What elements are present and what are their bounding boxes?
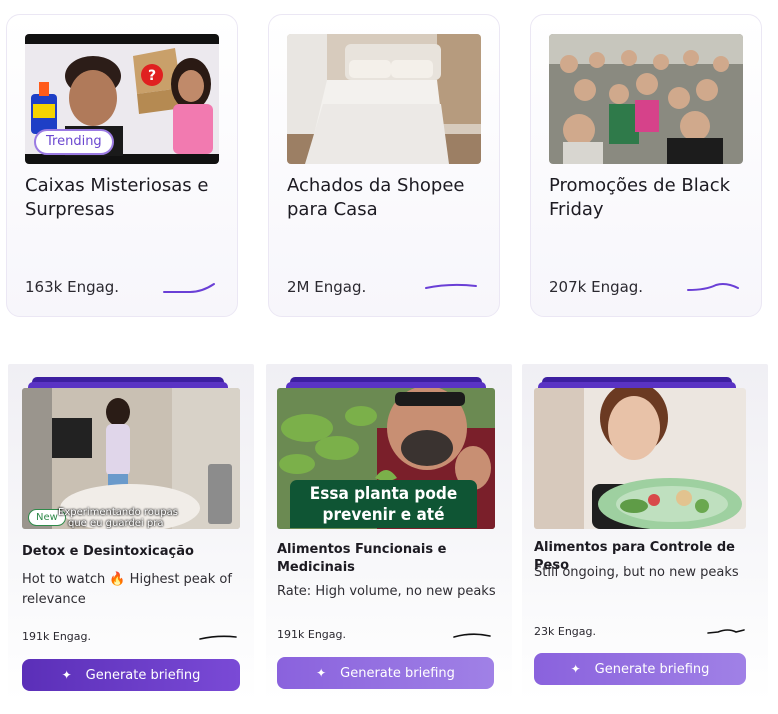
engagement-count: 191k Engag. — [277, 628, 346, 641]
trend-card-achados-shopee[interactable]: Achados da Shopee para Casa 2M Engag. — [268, 14, 500, 317]
caption-line: Experimentando roupas — [58, 507, 178, 518]
button-label: Generate briefing — [340, 665, 455, 681]
trend-thumbnail — [549, 34, 743, 164]
sparkline-icon — [707, 629, 745, 634]
trend-description: Still ongoing, but no new peaks — [534, 565, 739, 580]
engagement-count: 23k Engag. — [534, 625, 596, 638]
sparkline-icon — [199, 635, 237, 640]
trend-thumbnail: New Experimentando roupas que eu guardei… — [22, 388, 240, 529]
sparkline-icon — [163, 283, 215, 293]
trend-card-detox[interactable]: New Experimentando roupas que eu guardei… — [8, 364, 254, 702]
trend-card-controle-peso[interactable]: Alimentos para Controle de Peso Still on… — [522, 364, 768, 702]
thumbnail-caption: Experimentando roupas que eu guardei pra — [58, 507, 178, 529]
sparkle-icon: ✦ — [570, 662, 581, 676]
trend-card-alimentos-funcionais[interactable]: Essa planta pode prevenir e até reverter… — [266, 364, 512, 702]
trend-title: Detox e Desintoxicação — [22, 544, 194, 559]
button-label: Generate briefing — [594, 661, 710, 677]
sparkle-icon: ✦ — [61, 668, 72, 682]
trend-description: Rate: High volume, no new peaks — [277, 584, 496, 599]
trend-card-caixas-misteriosas[interactable]: ? Trending Caixas Misteriosas e Surpresa… — [6, 14, 238, 317]
generate-briefing-button[interactable]: ✦ Generate briefing — [534, 653, 746, 685]
sparkline-icon — [453, 633, 491, 638]
generate-briefing-button[interactable]: ✦ Generate briefing — [277, 657, 494, 689]
engagement-count: 207k Engag. — [549, 278, 644, 296]
trending-badge: Trending — [34, 129, 114, 155]
sparkle-icon: ✦ — [316, 666, 327, 680]
trend-description: Hot to watch 🔥 Highest peak of relevance — [22, 572, 232, 607]
engagement-count: 163k Engag. — [25, 278, 120, 296]
trend-title: Alimentos Funcionais e Medicinais — [277, 542, 447, 575]
sparkline-icon — [687, 283, 739, 291]
trend-title: Promoções de Black Friday — [549, 175, 731, 220]
generate-briefing-button[interactable]: ✦ Generate briefing — [22, 659, 240, 691]
svg-text:?: ? — [148, 68, 156, 84]
engagement-count: 191k Engag. — [22, 630, 91, 643]
trend-title: Caixas Misteriosas e Surpresas — [25, 175, 209, 220]
banner-line: Essa planta pode — [309, 484, 458, 504]
caption-line: que eu guardei pra — [68, 518, 164, 529]
sparkline-icon — [425, 283, 477, 289]
thumbnail-banner: Essa planta pode prevenir e até reverter — [290, 480, 477, 529]
trend-thumbnail: ? Trending — [25, 34, 219, 164]
banner-line: prevenir e até reverter — [322, 505, 445, 529]
trend-title: Achados da Shopee para Casa — [287, 175, 465, 220]
trend-card-black-friday[interactable]: Promoções de Black Friday 207k Engag. — [530, 14, 762, 317]
button-label: Generate briefing — [85, 667, 201, 683]
engagement-count: 2M Engag. — [287, 278, 367, 296]
trend-thumbnail: Essa planta pode prevenir e até reverter — [277, 388, 495, 529]
trend-thumbnail — [534, 388, 746, 529]
trend-thumbnail — [287, 34, 481, 164]
